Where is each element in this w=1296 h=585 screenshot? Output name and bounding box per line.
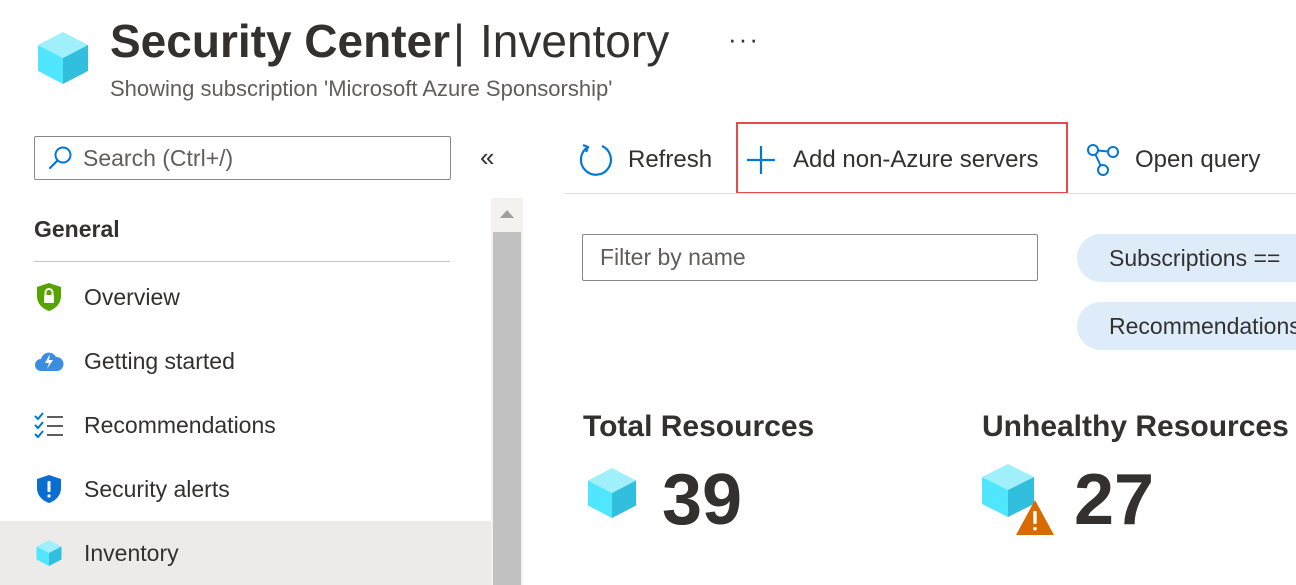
open-query-button[interactable]: Open query xyxy=(1086,136,1260,184)
cube-icon xyxy=(34,538,64,568)
search-input[interactable] xyxy=(83,144,423,172)
query-graph-icon xyxy=(1087,144,1119,176)
nav-group-label: General xyxy=(34,216,120,242)
total-resources-count: 39 xyxy=(662,460,743,540)
search-icon xyxy=(48,146,72,170)
unhealthy-cube-warning-icon xyxy=(982,464,1054,535)
subscriptions-filter-pill[interactable]: Subscriptions == xyxy=(1077,234,1296,282)
more-options-button[interactable]: ··· xyxy=(728,24,760,55)
security-center-logo xyxy=(38,32,88,84)
page-title-app: Security Center xyxy=(110,15,451,67)
subscription-subtitle: Showing subscription 'Microsoft Azure Sp… xyxy=(110,76,613,101)
unhealthy-resources-title: Unhealthy Resources xyxy=(982,410,1289,443)
sidebar-item-label: Recommendations xyxy=(84,411,276,438)
toolbar-divider xyxy=(564,193,1296,194)
unhealthy-resources-count: 27 xyxy=(1074,460,1155,540)
refresh-icon xyxy=(579,143,612,176)
total-resources-title: Total Resources xyxy=(583,410,815,443)
sidebar-item-inventory[interactable]: Inventory xyxy=(0,521,491,585)
sidebar-item-security-alerts[interactable]: Security alerts xyxy=(0,457,491,521)
collapse-sidebar-button[interactable]: « xyxy=(480,142,494,173)
cloud-bolt-icon xyxy=(34,346,64,376)
checklist-icon xyxy=(34,410,64,440)
sidebar-item-label: Security alerts xyxy=(84,475,230,502)
refresh-label: Refresh xyxy=(628,146,713,173)
sidebar-item-label: Overview xyxy=(84,283,180,310)
nav-group-divider xyxy=(34,261,450,262)
callout-highlight-box xyxy=(736,122,1068,194)
recommendations-filter-pill[interactable]: Recommendations xyxy=(1077,302,1296,350)
shield-lock-icon xyxy=(34,282,64,312)
sidebar-item-getting-started[interactable]: Getting started xyxy=(0,329,491,393)
page-title: Inventory xyxy=(480,15,670,67)
filter-by-name-input[interactable] xyxy=(583,235,1020,279)
sidebar-item-recommendations[interactable]: Recommendations xyxy=(0,393,491,457)
sidebar-item-label: Getting started xyxy=(84,347,235,374)
scrollbar-thumb[interactable] xyxy=(493,232,521,585)
title-separator: | xyxy=(453,15,465,67)
scroll-up-arrow-icon[interactable] xyxy=(491,198,523,230)
search-box[interactable] xyxy=(34,136,451,180)
shield-alert-icon xyxy=(34,474,64,504)
sidebar-item-overview[interactable]: Overview xyxy=(0,265,491,329)
refresh-button[interactable]: Refresh xyxy=(578,136,712,184)
filter-by-name-box[interactable] xyxy=(582,234,1038,281)
sidebar-item-label: Inventory xyxy=(84,539,179,566)
cube-icon xyxy=(587,467,637,519)
open-query-label: Open query xyxy=(1135,146,1261,173)
